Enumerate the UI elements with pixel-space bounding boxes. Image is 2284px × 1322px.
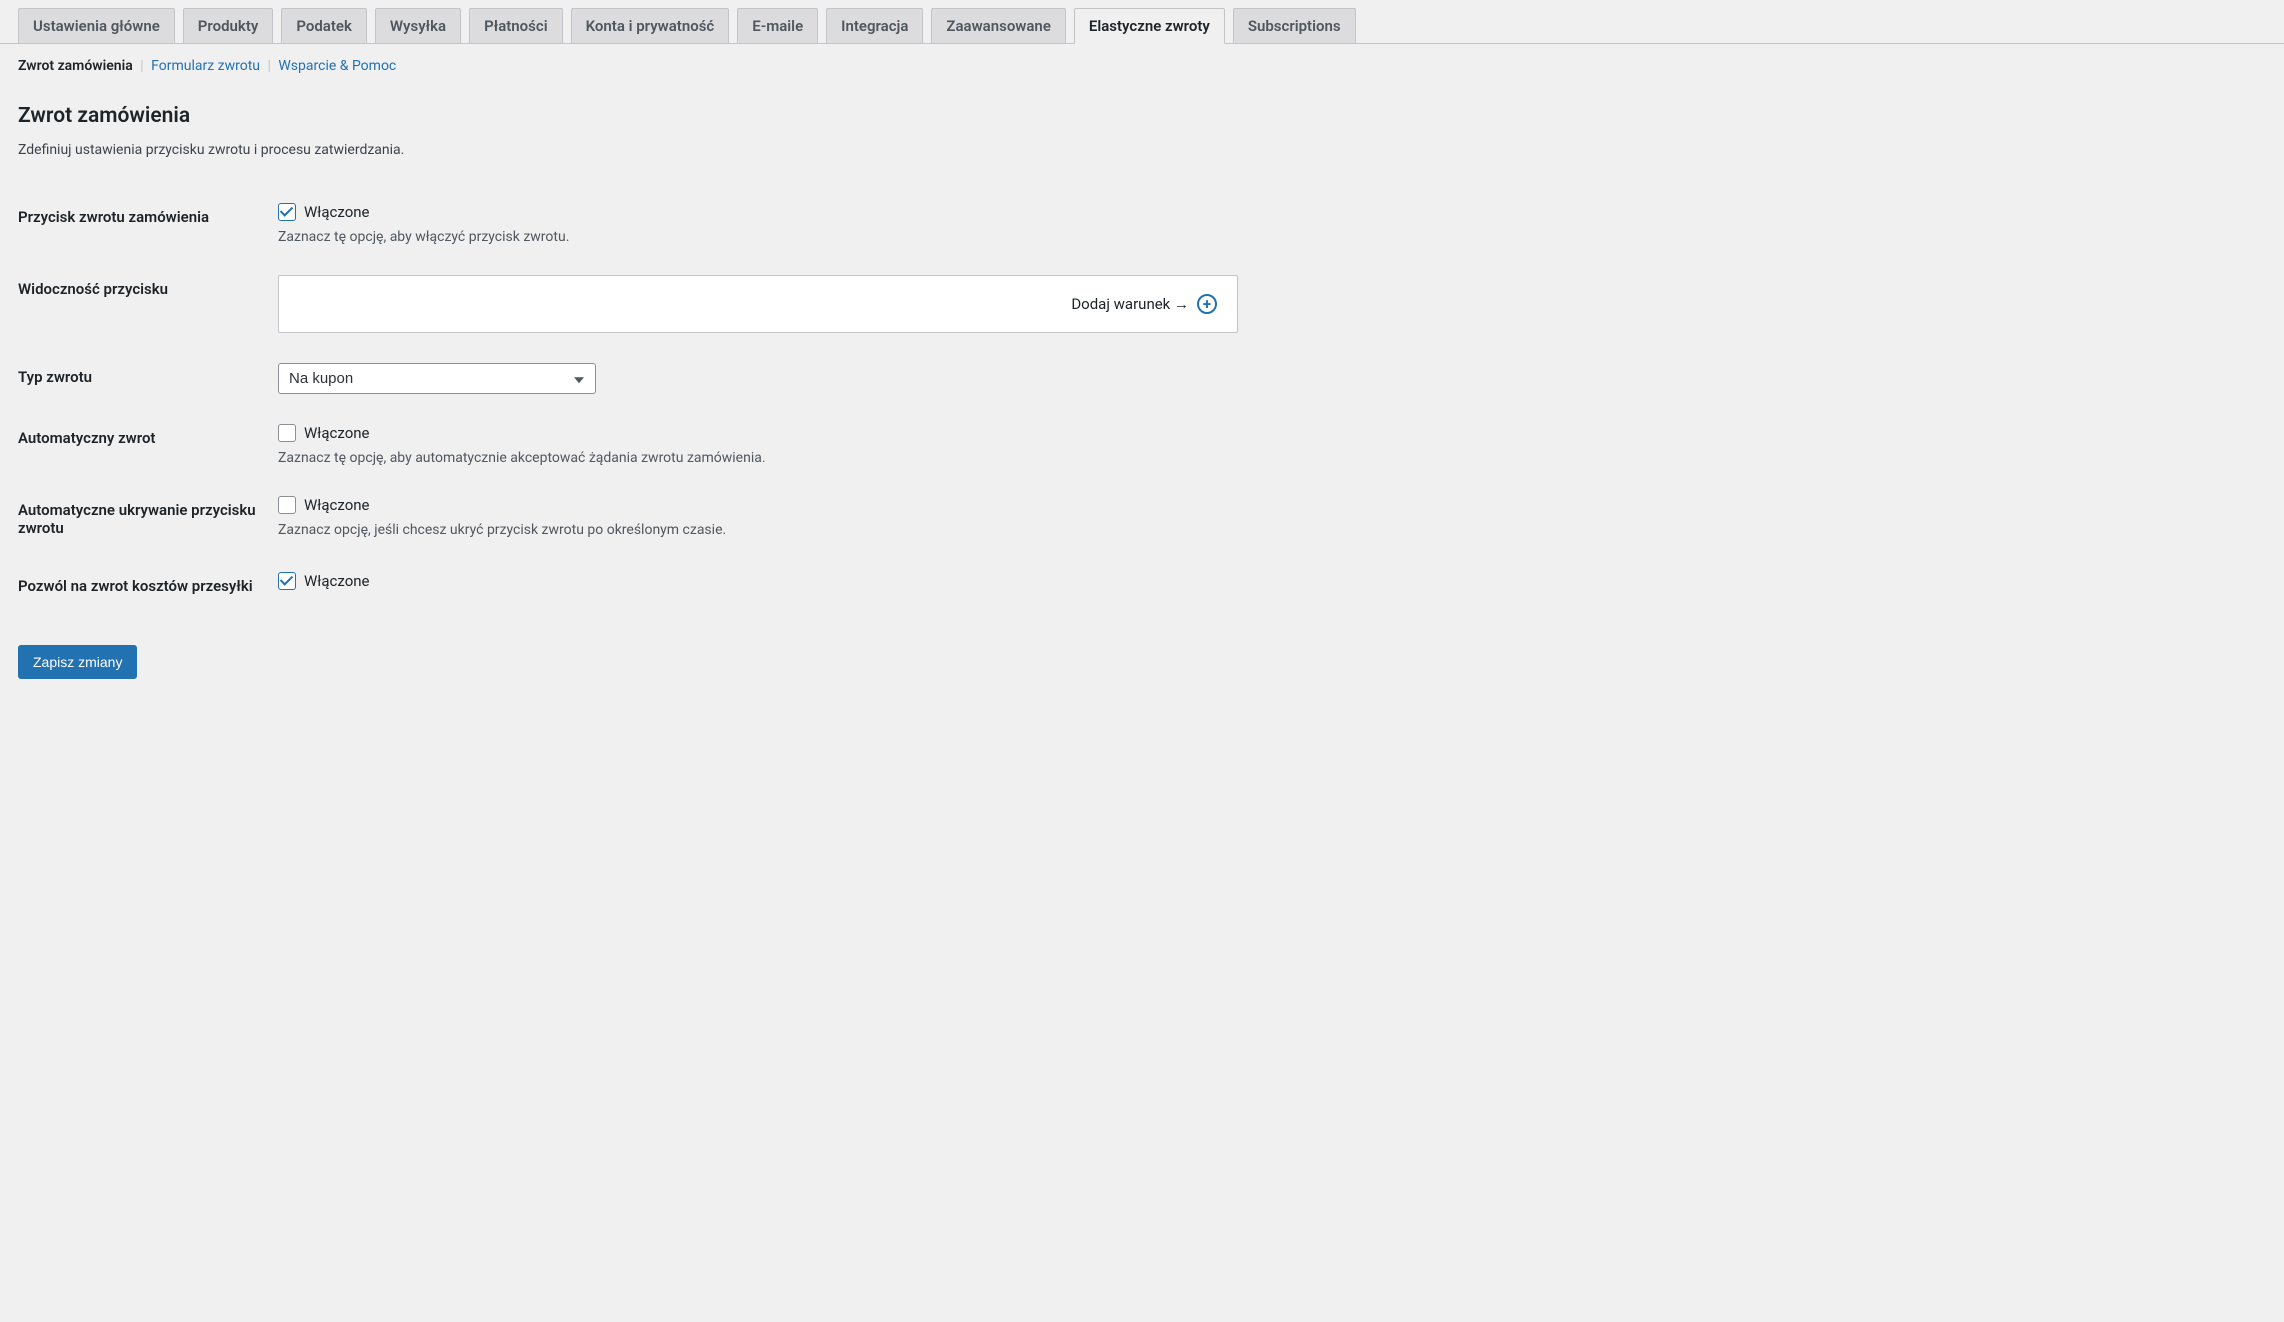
checkbox-auto-hide[interactable] [278, 496, 296, 514]
checkbox-auto-refund[interactable] [278, 424, 296, 442]
content-area: Zwrot zamówienia Zdefiniuj ustawienia pr… [0, 74, 2284, 709]
row-refund-type: Typ zwrotu Na kupon [18, 348, 2266, 409]
subnav: Zwrot zamówienia | Formularz zwrotu | Ws… [0, 44, 2284, 74]
condition-box: Dodaj warunek → + [278, 275, 1238, 333]
checkbox-refund-button-enabled[interactable] [278, 203, 296, 221]
label-refund-button: Przycisk zwrotu zamówienia [18, 188, 278, 260]
checkbox-allow-shipping[interactable] [278, 572, 296, 590]
checkbox-label-refund-button: Włączone [304, 203, 370, 221]
row-visibility: Widoczność przycisku Dodaj warunek → + [18, 260, 2266, 348]
desc-auto-refund: Zaznacz tę opcję, aby automatycznie akce… [278, 450, 2256, 466]
tab-5[interactable]: Konta i prywatność [571, 8, 730, 43]
tab-0[interactable]: Ustawienia główne [18, 8, 175, 43]
select-wrap-refund-type: Na kupon [278, 363, 596, 394]
separator: | [140, 58, 143, 74]
row-allow-shipping: Pozwól na zwrot kosztów przesyłki Włączo… [18, 557, 2266, 615]
checkbox-label-auto-refund: Włączone [304, 424, 370, 442]
tab-4[interactable]: Płatności [469, 8, 563, 43]
checkbox-label-auto-hide: Włączone [304, 496, 370, 514]
plus-circle-icon: + [1197, 294, 1217, 314]
desc-refund-button: Zaznacz tę opcję, aby włączyć przycisk z… [278, 229, 2256, 245]
settings-tabs: Ustawienia główneProduktyPodatekWysyłkaP… [0, 0, 2284, 44]
row-auto-hide: Automatyczne ukrywanie przycisku zwrotu … [18, 481, 2266, 557]
label-visibility: Widoczność przycisku [18, 260, 278, 348]
select-refund-type[interactable]: Na kupon [278, 363, 596, 394]
save-button[interactable]: Zapisz zmiany [18, 645, 137, 679]
tab-3[interactable]: Wysyłka [375, 8, 461, 43]
tab-1[interactable]: Produkty [183, 8, 274, 43]
desc-auto-hide: Zaznacz opcję, jeśli chcesz ukryć przyci… [278, 522, 2256, 538]
add-condition-button[interactable]: Dodaj warunek → + [1071, 294, 1217, 314]
label-allow-shipping: Pozwól na zwrot kosztów przesyłki [18, 557, 278, 615]
tab-6[interactable]: E-maile [737, 8, 818, 43]
label-auto-hide: Automatyczne ukrywanie przycisku zwrotu [18, 481, 278, 557]
subnav-current: Zwrot zamówienia [18, 58, 133, 74]
settings-form: Przycisk zwrotu zamówienia Włączone Zazn… [18, 188, 2266, 615]
submit-area: Zapisz zmiany [18, 645, 2266, 679]
page-title: Zwrot zamówienia [18, 104, 2266, 128]
label-refund-type: Typ zwrotu [18, 348, 278, 409]
separator: | [267, 58, 270, 74]
row-refund-button: Przycisk zwrotu zamówienia Włączone Zazn… [18, 188, 2266, 260]
label-auto-refund: Automatyczny zwrot [18, 409, 278, 481]
page-description: Zdefiniuj ustawienia przycisku zwrotu i … [18, 142, 2266, 158]
subnav-link-support[interactable]: Wsparcie & Pomoc [278, 58, 396, 74]
checkbox-label-allow-shipping: Włączone [304, 572, 370, 590]
tab-10[interactable]: Subscriptions [1233, 8, 1356, 43]
add-condition-text: Dodaj warunek → [1071, 295, 1189, 313]
tab-8[interactable]: Zaawansowane [931, 8, 1065, 43]
tab-7[interactable]: Integracja [826, 8, 923, 43]
subnav-link-form[interactable]: Formularz zwrotu [151, 58, 260, 74]
tab-9[interactable]: Elastyczne zwroty [1074, 8, 1225, 44]
tab-2[interactable]: Podatek [281, 8, 367, 43]
row-auto-refund: Automatyczny zwrot Włączone Zaznacz tę o… [18, 409, 2266, 481]
